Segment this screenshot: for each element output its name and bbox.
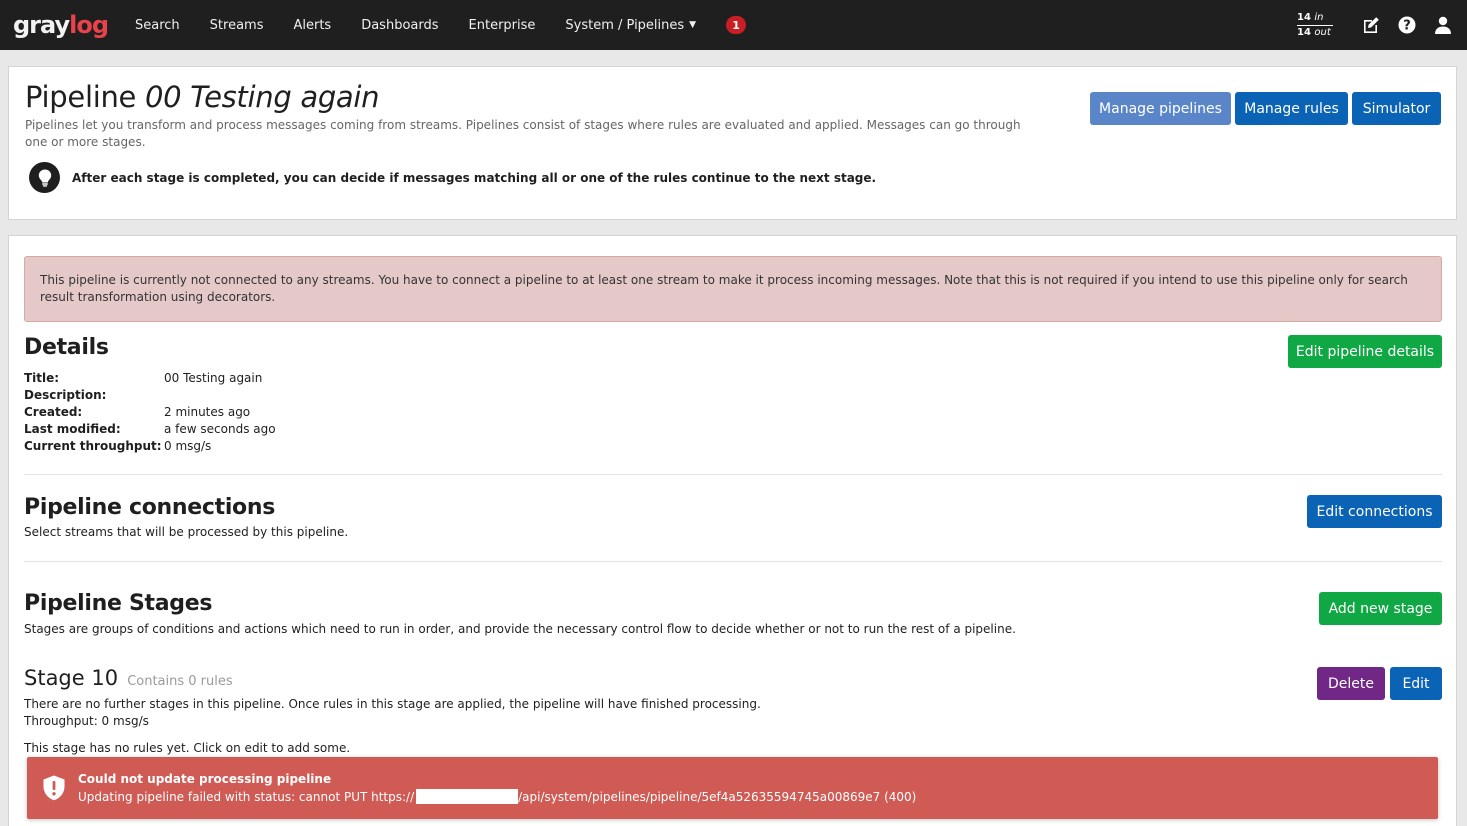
nav-item-alerts[interactable]: Alerts: [278, 0, 346, 50]
error-message: Updating pipeline failed with status: ca…: [78, 789, 917, 804]
divider: [24, 474, 1442, 475]
error-notification[interactable]: Could not update processing pipeline Upd…: [27, 757, 1438, 819]
stage-rule-count: Contains 0 rules: [127, 674, 233, 689]
manage-pipelines-button[interactable]: Manage pipelines: [1090, 92, 1231, 125]
connections-heading: Pipeline connections: [24, 495, 276, 520]
nav-item-system-label: System / Pipelines: [565, 17, 685, 33]
details-heading: Details: [24, 335, 109, 360]
manage-rules-button[interactable]: Manage rules: [1235, 92, 1348, 125]
error-title: Could not update processing pipeline: [78, 772, 332, 786]
pipeline-main-panel: This pipeline is currently not connected…: [8, 235, 1457, 826]
stage-empty-message: This stage has no rules yet. Click on ed…: [24, 741, 351, 755]
shield-alert-icon: [42, 775, 66, 801]
tip-text: After each stage is completed, you can d…: [72, 170, 877, 185]
stage-info: There are no further stages in this pipe…: [24, 697, 761, 711]
nav-item-system-pipelines[interactable]: System / Pipelines ▼: [550, 0, 711, 50]
stage-tip: After each stage is completed, you can d…: [29, 162, 876, 193]
throughput-indicator[interactable]: 14 in 14 out: [1297, 11, 1333, 40]
nav-menu: Search Streams Alerts Dashboards Enterpr…: [120, 0, 747, 50]
pipeline-name: 00 Testing again: [145, 80, 380, 114]
lightbulb-icon: [29, 162, 60, 193]
user-icon[interactable]: [1431, 13, 1455, 37]
pipeline-header-panel: Pipeline 00 Testing again Pipelines let …: [8, 66, 1457, 220]
stage-throughput: Throughput: 0 msg/s: [24, 714, 149, 728]
connections-description: Select streams that will be processed by…: [24, 525, 349, 539]
edit-stage-button[interactable]: Edit: [1390, 667, 1442, 700]
detail-row-throughput: Current throughput: 0 msg/s: [24, 439, 212, 453]
detail-row-last-modified: Last modified: a few seconds ago: [24, 422, 276, 436]
nav-item-streams[interactable]: Streams: [195, 0, 279, 50]
stage-name: Stage 10: [24, 666, 119, 690]
divider: [24, 561, 1442, 562]
help-icon[interactable]: ?: [1395, 13, 1419, 37]
details-list: Title: 00 Testing again Description: Crea…: [24, 370, 276, 455]
redacted-host: [416, 789, 519, 804]
page-description: Pipelines let you transform and process …: [25, 118, 1021, 149]
add-new-stage-button[interactable]: Add new stage: [1319, 592, 1442, 625]
graylog-logo[interactable]: gray log: [13, 10, 109, 40]
edit-connections-button[interactable]: Edit connections: [1307, 495, 1442, 528]
nav-item-dashboards[interactable]: Dashboards: [346, 0, 453, 50]
edit-pipeline-details-button[interactable]: Edit pipeline details: [1288, 335, 1442, 368]
delete-stage-button[interactable]: Delete: [1317, 667, 1385, 700]
detail-row-created: Created: 2 minutes ago: [24, 405, 251, 419]
stages-heading: Pipeline Stages: [24, 591, 213, 616]
nav-item-search[interactable]: Search: [120, 0, 195, 50]
svg-text:?: ?: [1403, 19, 1411, 34]
top-navbar: gray log Search Streams Alerts Dashboards…: [0, 0, 1467, 50]
detail-row-description: Description:: [24, 388, 107, 402]
simulator-button[interactable]: Simulator: [1352, 92, 1441, 125]
not-connected-warning: This pipeline is currently not connected…: [24, 256, 1442, 322]
edit-icon[interactable]: [1359, 13, 1383, 37]
notification-badge[interactable]: 1: [726, 16, 747, 34]
stage-title: Stage 10 Contains 0 rules: [24, 666, 233, 690]
page-title: Pipeline 00 Testing again: [25, 80, 380, 114]
caret-down-icon: ▼: [689, 20, 697, 30]
nav-item-enterprise[interactable]: Enterprise: [454, 0, 551, 50]
stages-description: Stages are groups of conditions and acti…: [24, 622, 1016, 636]
detail-row-title: Title: 00 Testing again: [24, 371, 263, 385]
